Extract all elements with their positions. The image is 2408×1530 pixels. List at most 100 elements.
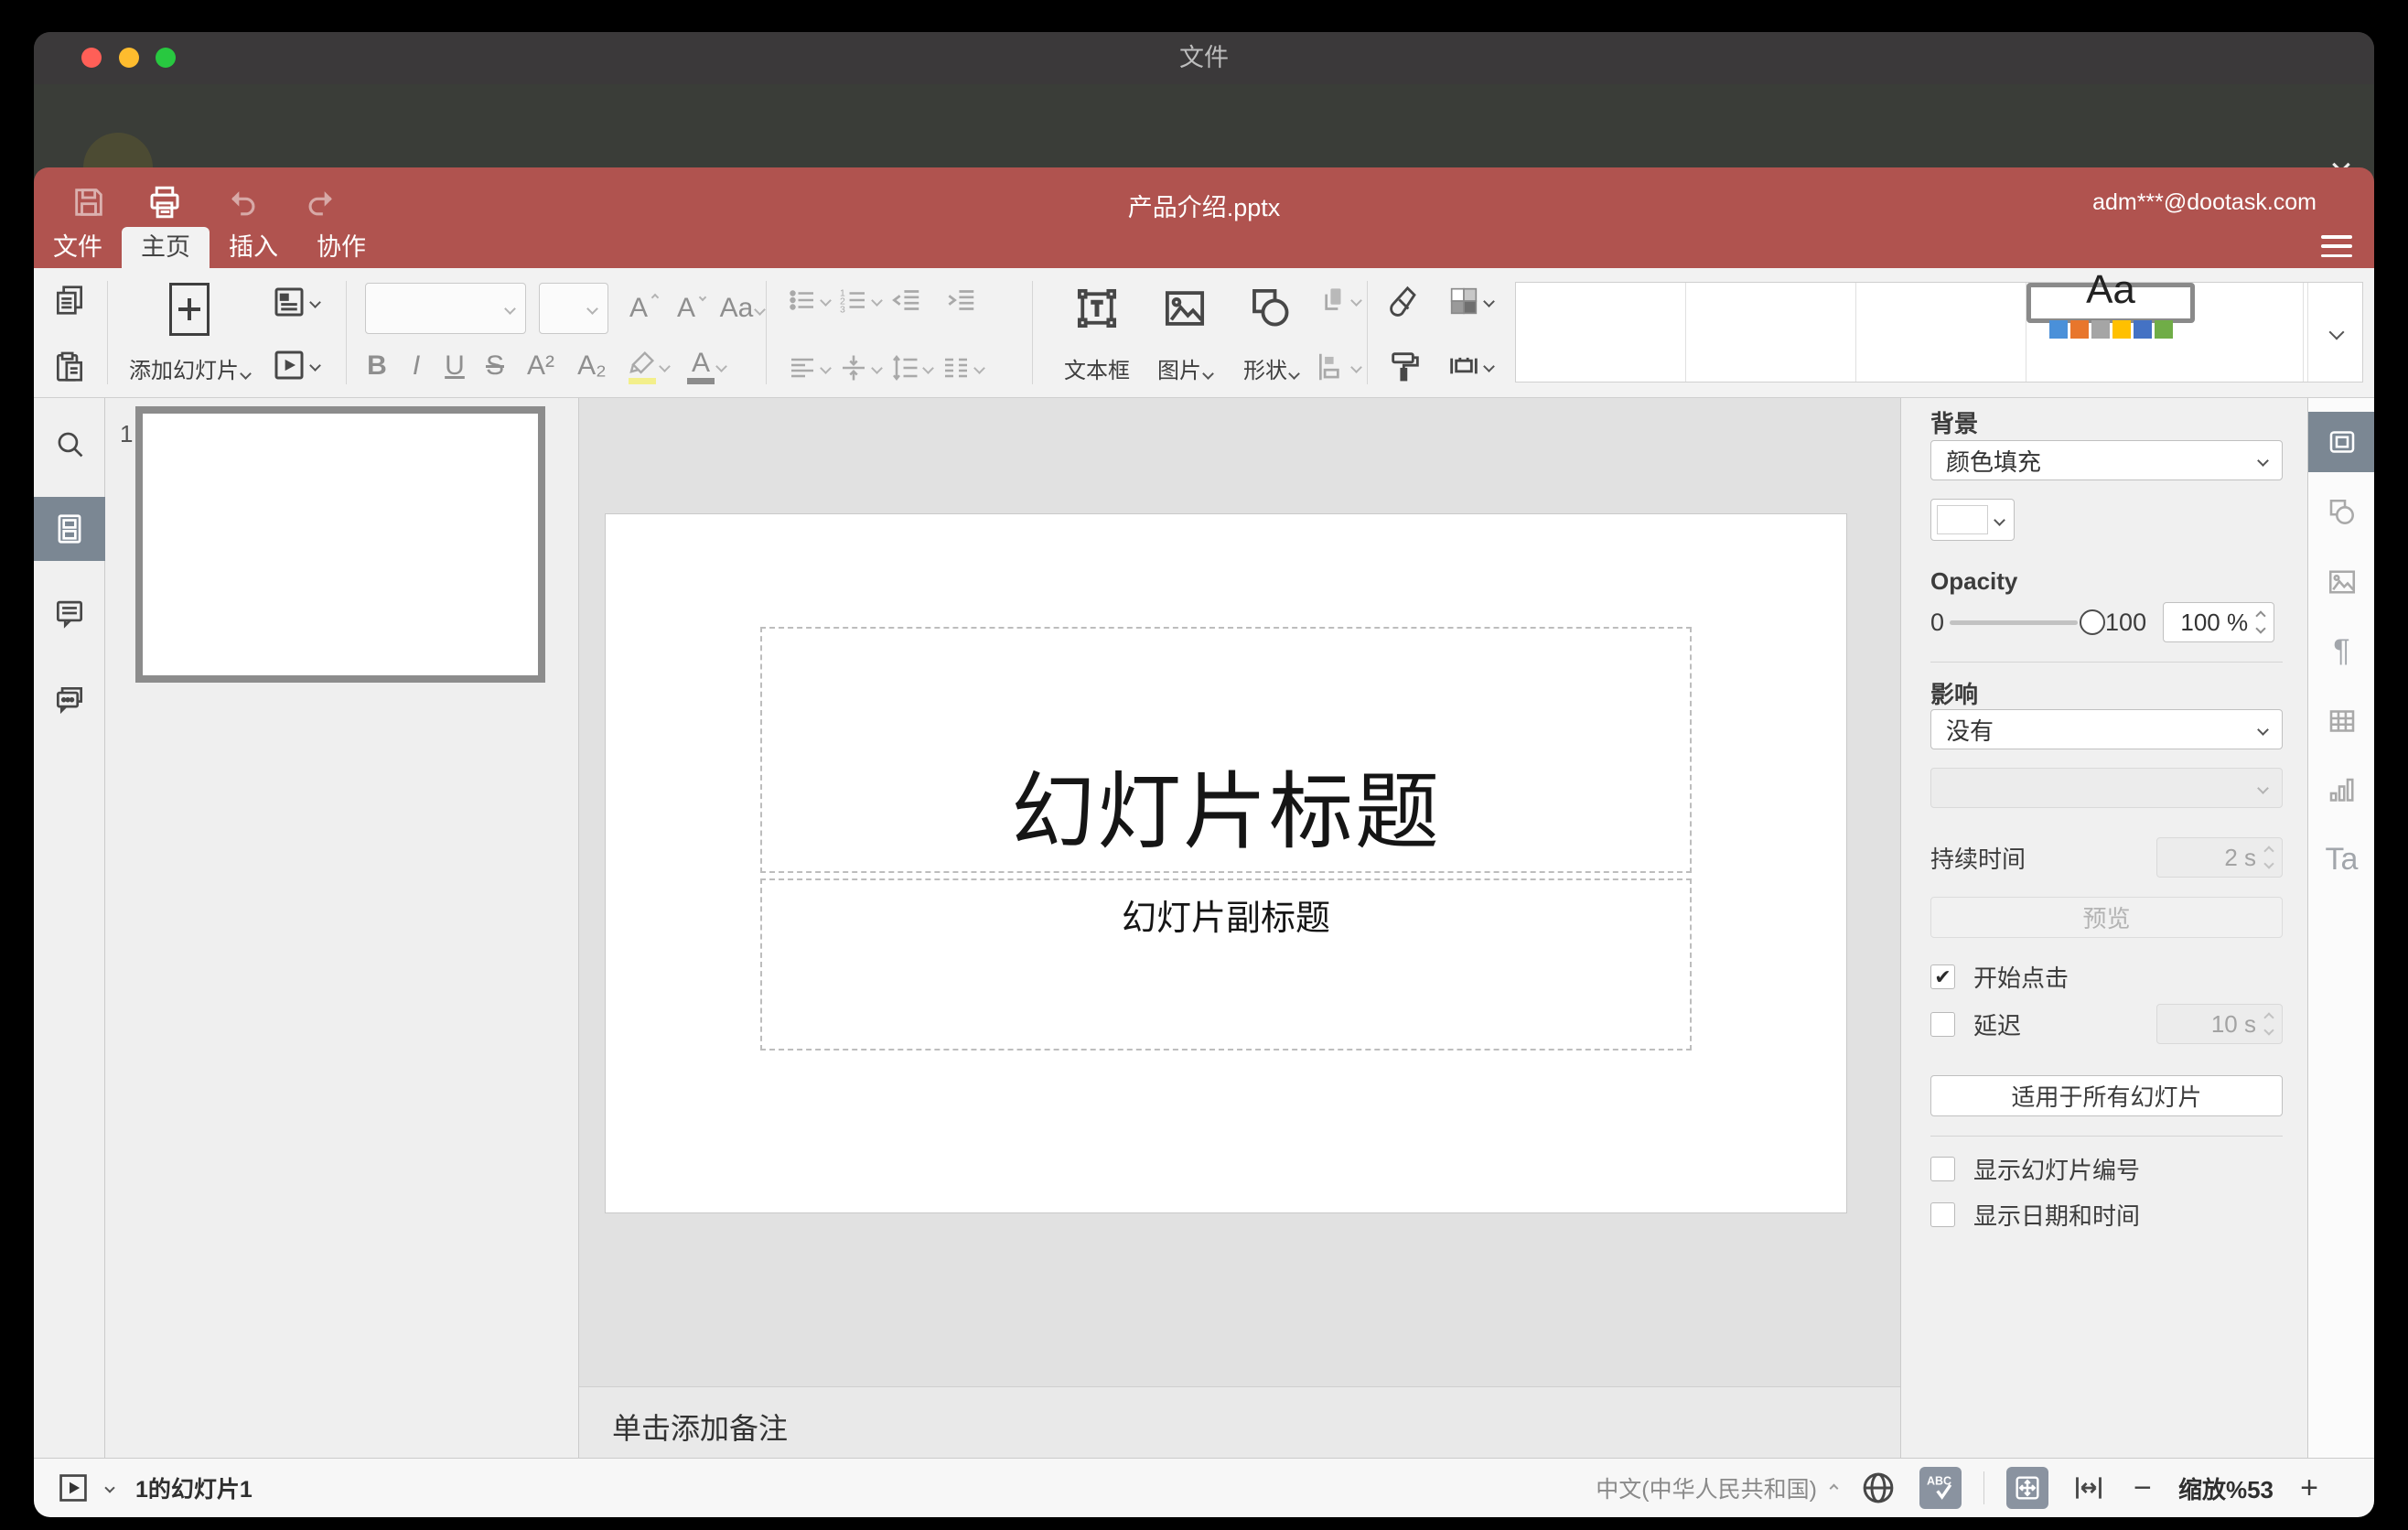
background-fill-select[interactable]: 颜色填充: [1930, 440, 2283, 480]
slide-subtitle-text[interactable]: 幻灯片副标题: [1122, 889, 1330, 940]
subtitle-placeholder[interactable]: 幻灯片副标题: [760, 878, 1692, 1051]
bullet-list-button[interactable]: [786, 284, 832, 317]
align-shape-button[interactable]: [1315, 350, 1362, 384]
tab-collaboration[interactable]: 协作: [297, 227, 385, 268]
slide-thumbnail[interactable]: [135, 406, 545, 683]
paste-button[interactable]: [52, 350, 87, 384]
italic-button[interactable]: I: [407, 350, 425, 382]
tab-file[interactable]: 文件: [34, 227, 122, 268]
slide-title-text[interactable]: 幻灯片标题: [1011, 744, 1441, 866]
theme-option-2[interactable]: [1686, 283, 1856, 382]
bold-button[interactable]: B: [365, 350, 389, 382]
slide-settings-tab[interactable]: [2308, 412, 2374, 472]
tab-insert[interactable]: 插入: [210, 227, 297, 268]
highlight-color-button[interactable]: [627, 348, 671, 384]
paragraph-settings-tab[interactable]: ¶: [2308, 620, 2374, 681]
vertical-align-button[interactable]: [837, 351, 883, 384]
slides-panel-button[interactable]: [34, 497, 105, 561]
start-slideshow-status-button[interactable]: [56, 1471, 91, 1505]
slides-icon: [58, 514, 81, 544]
globe-icon: [1863, 1472, 1894, 1503]
font-size-combo[interactable]: [539, 283, 608, 334]
apply-to-all-slides-button[interactable]: 适用于所有幻灯片: [1930, 1075, 2283, 1116]
image-icon: [1165, 290, 1205, 326]
add-slide-icon[interactable]: [169, 283, 210, 336]
image-button[interactable]: 图片: [1157, 352, 1214, 384]
zoom-in-button[interactable]: +: [2295, 1471, 2323, 1506]
strikethrough-button[interactable]: S: [484, 350, 506, 382]
show-datetime-checkbox[interactable]: [1930, 1202, 1955, 1227]
change-layout-button[interactable]: [270, 283, 321, 321]
notes-area[interactable]: 单击添加备注: [579, 1386, 1900, 1458]
set-language-button[interactable]: [1859, 1469, 1897, 1507]
chat-button[interactable]: [34, 668, 105, 732]
notes-placeholder[interactable]: 单击添加备注: [612, 1406, 1900, 1448]
image-settings-tab[interactable]: [2308, 552, 2374, 612]
slide[interactable]: 幻灯片标题 幻灯片副标题: [606, 514, 1846, 1212]
document-title: 产品介绍.pptx: [1127, 194, 1281, 221]
theme-option-1[interactable]: [1516, 283, 1686, 382]
slide-size-button[interactable]: [1446, 348, 1495, 384]
line-spacing-button[interactable]: [888, 351, 934, 384]
zoom-out-button[interactable]: −: [2129, 1471, 2156, 1506]
view-settings-icon[interactable]: [2321, 235, 2352, 257]
increase-font-button[interactable]: A: [621, 293, 660, 324]
fill-color-button[interactable]: [1446, 283, 1495, 319]
shape-button[interactable]: 形状: [1243, 352, 1300, 384]
clear-style-button[interactable]: [1387, 283, 1424, 319]
language-selector[interactable]: 中文(中华人民共和国): [1596, 1471, 1839, 1504]
search-button[interactable]: [34, 412, 105, 476]
text-box-button[interactable]: 文本框: [1064, 352, 1130, 384]
add-slide-button[interactable]: 添加幻灯片: [129, 352, 252, 384]
fit-to-slide-toggle[interactable]: [2005, 1467, 2048, 1509]
app-window: 文件 × 产品介绍.pptx adm***@dootask.com 文件 主页: [34, 32, 2374, 1517]
decrease-font-button[interactable]: A: [669, 293, 707, 324]
numbered-list-button[interactable]: 123: [837, 284, 883, 317]
copy-button[interactable]: [52, 283, 87, 318]
paragraph-icon: ¶: [2333, 632, 2350, 668]
effect-select[interactable]: 没有: [1930, 709, 2283, 749]
shape-settings-icon: [2329, 499, 2354, 524]
theme-option-selected[interactable]: Aa: [2026, 267, 2195, 339]
show-slide-number-label: 显示幻灯片编号: [1973, 1157, 2141, 1184]
left-sidebar: [34, 398, 105, 1458]
arrange-shape-button[interactable]: [1315, 283, 1362, 318]
decrease-indent-button[interactable]: [888, 283, 923, 318]
opacity-slider-track[interactable]: [1950, 620, 2079, 625]
increase-indent-button[interactable]: [943, 283, 978, 318]
preview-button: 预览: [1930, 897, 2283, 938]
superscript-button[interactable]: A²: [524, 350, 557, 382]
theme-option-5[interactable]: [2195, 283, 2304, 382]
font-color-button[interactable]: A: [687, 348, 727, 384]
duration-label: 持续时间: [1930, 845, 2026, 873]
text-box-icon: [1077, 288, 1117, 328]
spellcheck-toggle[interactable]: ABC: [1919, 1467, 1962, 1509]
subscript-button[interactable]: A₂: [575, 350, 608, 382]
copy-style-button[interactable]: [1387, 348, 1424, 384]
columns-button[interactable]: [940, 351, 985, 384]
slideshow-mode-chevron[interactable]: [104, 1482, 115, 1493]
underline-button[interactable]: U: [444, 350, 466, 382]
table-settings-tab[interactable]: [2308, 691, 2374, 751]
background-label: 背景: [1930, 410, 1979, 437]
chart-settings-tab[interactable]: [2308, 760, 2374, 821]
font-name-combo[interactable]: [365, 283, 526, 334]
change-case-button[interactable]: Aa: [716, 293, 768, 324]
theme-option-3[interactable]: [1856, 283, 2026, 382]
theme-gallery-expand-button[interactable]: [2307, 283, 2362, 382]
start-slideshow-button[interactable]: [270, 346, 321, 384]
horizontal-align-button[interactable]: [786, 351, 832, 384]
background-color-swatch[interactable]: [1930, 499, 2015, 541]
comments-button[interactable]: [34, 581, 105, 645]
delay-checkbox[interactable]: [1930, 1011, 1955, 1037]
title-placeholder[interactable]: 幻灯片标题: [760, 627, 1692, 873]
editor-canvas[interactable]: 幻灯片标题 幻灯片副标题: [579, 398, 1900, 1458]
fit-to-width-button[interactable]: [2070, 1470, 2107, 1506]
start-on-click-checkbox[interactable]: ✔: [1930, 964, 1955, 989]
opacity-value-spinner[interactable]: 100 %: [2163, 602, 2275, 642]
tab-home[interactable]: 主页: [122, 227, 210, 268]
show-slide-number-checkbox[interactable]: [1930, 1157, 1955, 1181]
shape-settings-tab[interactable]: [2308, 482, 2374, 543]
opacity-slider-knob[interactable]: [2080, 609, 2106, 635]
textart-settings-tab[interactable]: Ta: [2308, 829, 2374, 889]
